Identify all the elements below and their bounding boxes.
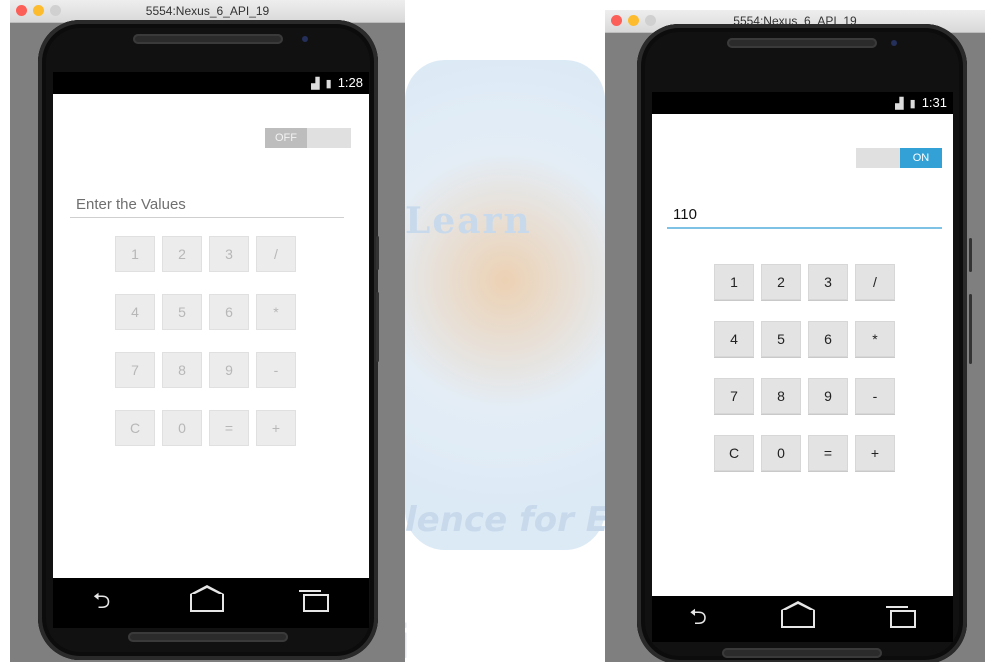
- back-icon[interactable]: ⮌: [93, 584, 111, 622]
- status-time: 1:28: [337, 75, 363, 90]
- add-button[interactable]: +: [256, 410, 296, 446]
- key-4-button[interactable]: 4: [714, 321, 754, 357]
- toggle-label: ON: [900, 148, 942, 168]
- multiply-button[interactable]: *: [256, 294, 296, 330]
- clear-button[interactable]: C: [115, 410, 155, 446]
- window-controls: [611, 15, 656, 26]
- values-input[interactable]: Enter the Values: [70, 196, 344, 218]
- battery-icon: ▮: [909, 98, 916, 110]
- clear-button[interactable]: C: [714, 435, 754, 471]
- key-0-button[interactable]: 0: [162, 410, 202, 446]
- equals-button[interactable]: =: [808, 435, 848, 471]
- power-toggle-switch[interactable]: ON: [856, 148, 942, 168]
- minimize-window-button[interactable]: [628, 15, 639, 26]
- toggle-label: OFF: [265, 128, 307, 148]
- key-6-button[interactable]: 6: [209, 294, 249, 330]
- status-time: 1:31: [921, 95, 947, 110]
- divide-button[interactable]: /: [256, 236, 296, 272]
- key-6-button[interactable]: 6: [808, 321, 848, 357]
- battery-icon: ▮: [325, 78, 332, 90]
- app-screen: OFF Enter the Values 1 2 3 / 4 5 6 * 7 8…: [53, 94, 369, 578]
- bottom-speaker: [128, 632, 288, 642]
- calculator-keypad: 1 2 3 / 4 5 6 * 7 8 9 - C 0 = +: [115, 236, 296, 446]
- key-0-button[interactable]: 0: [761, 435, 801, 471]
- power-button: [376, 292, 379, 362]
- signal-icon: ▟: [311, 78, 320, 90]
- app-screen: ON 110 1 2 3 / 4 5 6 * 7 8 9 - C 0 = +: [652, 114, 953, 596]
- multiply-button[interactable]: *: [855, 321, 895, 357]
- signal-icon: ▟: [895, 98, 904, 110]
- key-2-button[interactable]: 2: [162, 236, 202, 272]
- bottom-speaker: [722, 648, 882, 658]
- divide-button[interactable]: /: [855, 264, 895, 300]
- window-title: 5554:Nexus_6_API_19: [145, 4, 270, 18]
- volume-button: [969, 238, 972, 272]
- navigation-bar: ⮌: [652, 596, 953, 642]
- key-7-button[interactable]: 7: [714, 378, 754, 414]
- key-5-button[interactable]: 5: [162, 294, 202, 330]
- status-bar: ▟ ▮ 1:31: [652, 92, 953, 114]
- navigation-bar: ⮌: [53, 578, 369, 628]
- right-emulator-window: 5554:Nexus_6_API_19 ▟ ▮ 1:31 ON 110 1 2 3 …: [605, 10, 985, 662]
- recents-icon[interactable]: [885, 606, 916, 628]
- zoom-window-button[interactable]: [645, 15, 656, 26]
- key-9-button[interactable]: 9: [209, 352, 249, 388]
- phone-frame: ▟ ▮ 1:28 OFF Enter the Values 1 2 3 / 4 5 …: [38, 20, 378, 660]
- subtract-button[interactable]: -: [855, 378, 895, 414]
- watermark-text-learn: Learn: [405, 200, 532, 242]
- minimize-window-button[interactable]: [33, 5, 44, 16]
- recents-icon[interactable]: [299, 590, 330, 612]
- add-button[interactable]: +: [855, 435, 895, 471]
- key-3-button[interactable]: 3: [209, 236, 249, 272]
- values-input-value: 110: [673, 206, 697, 223]
- power-toggle-switch[interactable]: OFF: [265, 128, 351, 148]
- phone-frame: ▟ ▮ 1:31 ON 110 1 2 3 / 4 5 6 * 7 8 9 -: [637, 24, 967, 662]
- key-2-button[interactable]: 2: [761, 264, 801, 300]
- equals-button[interactable]: =: [209, 410, 249, 446]
- home-icon[interactable]: [189, 585, 224, 612]
- close-window-button[interactable]: [16, 5, 27, 16]
- watermark-logo-image: [405, 60, 605, 550]
- key-8-button[interactable]: 8: [162, 352, 202, 388]
- key-9-button[interactable]: 9: [808, 378, 848, 414]
- back-icon[interactable]: ⮌: [689, 600, 707, 638]
- front-camera: [302, 36, 308, 42]
- calculator-keypad: 1 2 3 / 4 5 6 * 7 8 9 - C 0 = +: [714, 264, 895, 471]
- volume-button: [376, 236, 379, 270]
- key-5-button[interactable]: 5: [761, 321, 801, 357]
- home-icon[interactable]: [781, 601, 816, 628]
- earpiece-speaker: [133, 34, 283, 44]
- subtract-button[interactable]: -: [256, 352, 296, 388]
- front-camera: [891, 40, 897, 46]
- values-input-placeholder: Enter the Values: [76, 196, 186, 213]
- status-bar: ▟ ▮ 1:28: [53, 72, 369, 94]
- earpiece-speaker: [727, 38, 877, 48]
- key-8-button[interactable]: 8: [761, 378, 801, 414]
- key-7-button[interactable]: 7: [115, 352, 155, 388]
- key-1-button[interactable]: 1: [115, 236, 155, 272]
- window-controls: [16, 5, 61, 16]
- key-3-button[interactable]: 3: [808, 264, 848, 300]
- close-window-button[interactable]: [611, 15, 622, 26]
- zoom-window-button[interactable]: [50, 5, 61, 16]
- values-input[interactable]: 110: [667, 206, 942, 229]
- left-emulator-window: 5554:Nexus_6_API_19 ▟ ▮ 1:28 OFF Enter the…: [10, 0, 405, 662]
- power-button: [969, 294, 972, 364]
- key-4-button[interactable]: 4: [115, 294, 155, 330]
- key-1-button[interactable]: 1: [714, 264, 754, 300]
